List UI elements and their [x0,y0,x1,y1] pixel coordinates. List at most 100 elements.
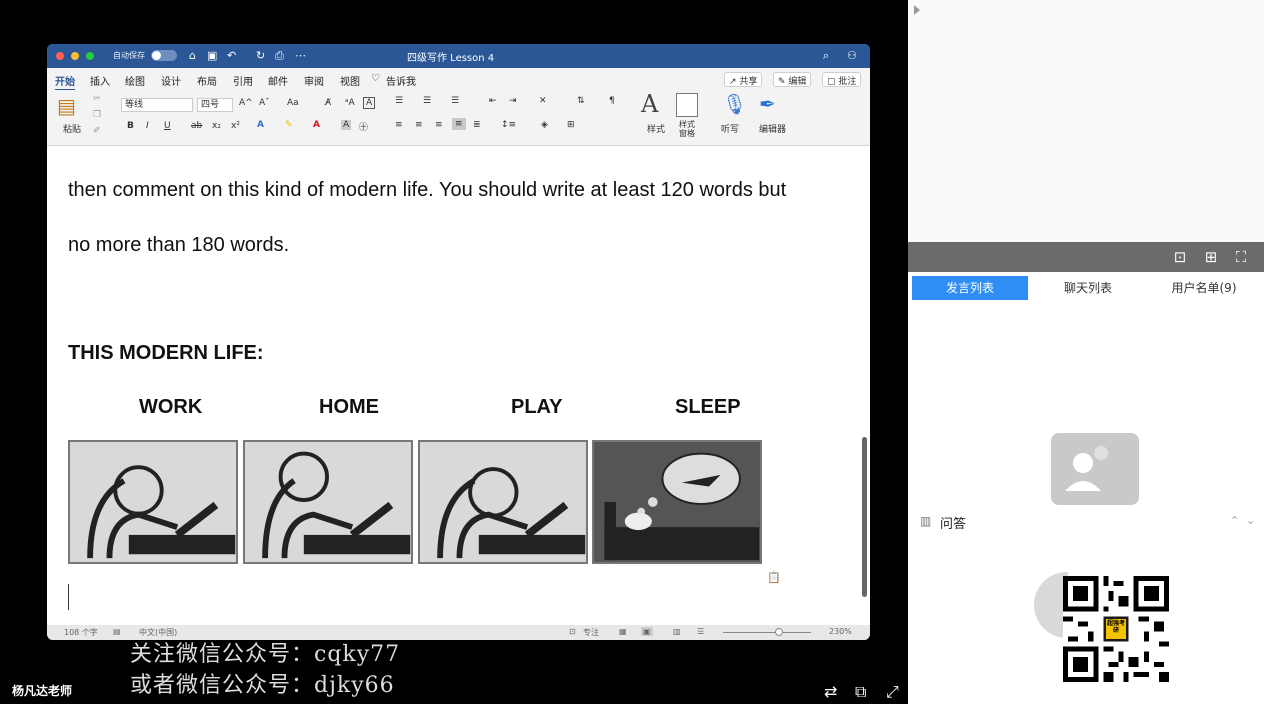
zoom-window-button[interactable] [86,52,94,60]
increase-indent-icon[interactable]: ⇥ [509,96,517,106]
tab-speaker-list[interactable]: 发言列表 [912,276,1028,300]
vertical-scrollbar[interactable] [862,437,867,597]
home-icon[interactable]: ⌂ [189,49,196,62]
styles-pane-label: 样式窗格 [679,120,695,138]
outline-icon[interactable]: ☰ [697,627,704,636]
bullets-icon[interactable]: ☰ [395,96,403,106]
switch-view-icon[interactable]: ⇄ [824,682,837,701]
autosave-toggle[interactable] [151,50,177,61]
show-marks-icon[interactable]: ¶ [609,96,615,106]
more-icon[interactable]: ⋯ [295,49,306,62]
tab-layout[interactable]: 布局 [197,73,217,88]
char-shading-icon[interactable]: A [341,120,352,130]
tab-mailings[interactable]: 邮件 [268,73,288,88]
tab-review[interactable]: 审阅 [304,73,324,88]
tab-chat-list[interactable]: 聊天列表 [1030,276,1146,300]
multilevel-list-icon[interactable]: ☰ [451,96,459,106]
collapse-down-icon[interactable]: ⌄ [1246,514,1255,527]
italic-button[interactable]: I [146,121,149,131]
screenshot-icon[interactable]: ⊡ [1171,248,1189,266]
shrink-font-icon[interactable]: Aˇ [259,98,270,108]
subscript-button[interactable]: x₂ [212,121,221,131]
expand-arrow-icon[interactable] [914,5,920,15]
save-icon[interactable]: ▣ [207,49,217,62]
undo-icon[interactable]: ↶ [227,49,236,62]
asian-layout-icon[interactable]: ✕ [539,96,547,106]
cartoon-image[interactable] [68,440,764,564]
tab-draw[interactable]: 绘图 [125,73,145,88]
read-mode-icon[interactable]: ▦ [619,627,627,636]
font-size-select[interactable]: 四号 [197,98,233,112]
focus-label[interactable]: 专注 [583,627,599,638]
focus-icon[interactable]: ⊡ [569,627,576,636]
justify-icon[interactable]: ≡ [452,118,466,130]
decrease-indent-icon[interactable]: ⇤ [489,96,497,106]
web-layout-icon[interactable]: ▥ [673,627,681,636]
tab-references[interactable]: 引用 [233,73,253,88]
char-border-icon[interactable]: A [363,97,376,109]
align-left-icon[interactable]: ≡ [395,120,403,130]
editor-icon[interactable]: ✒ [759,92,776,116]
comment-button[interactable]: ▢ 批注 [822,72,862,87]
copy-icon[interactable]: ❐ [93,110,101,120]
format-painter-icon[interactable]: ✐ [93,126,101,136]
change-case-icon[interactable]: Aa [287,98,299,108]
qr-code[interactable]: 超强考研 [1063,576,1169,682]
highlight-icon[interactable]: ✎ [285,120,293,130]
cut-icon[interactable]: ✂ [93,94,101,104]
tab-insert[interactable]: 插入 [90,73,110,88]
shading-icon[interactable]: ◈ [541,120,548,130]
tab-view[interactable]: 视图 [340,73,360,88]
restore-icon[interactable]: ⊞ [1202,248,1220,266]
numbering-icon[interactable]: ☰ [423,96,431,106]
fullscreen-icon[interactable]: ⤢ [886,682,899,702]
word-count[interactable]: 108 个字 [64,627,98,638]
zoom-slider[interactable] [723,632,811,633]
grow-font-icon[interactable]: A^ [239,98,253,108]
edit-button[interactable]: ✎ 编辑 [773,72,812,87]
avatar-icon [1065,446,1108,491]
wechat-watermark-2: 或者微信公众号：djky66 [130,673,395,698]
collapse-up-icon[interactable]: ⌃ [1230,514,1239,527]
zoom-level[interactable]: 230% [829,627,852,636]
tab-user-list[interactable]: 用户名单(9) [1146,276,1262,300]
popout-icon[interactable]: ⧉ [855,682,866,702]
proofing-icon[interactable]: ▤ [113,627,121,636]
underline-button[interactable]: U [164,121,171,131]
tab-design[interactable]: 设计 [161,73,181,88]
superscript-button[interactable]: x² [231,121,240,131]
line-spacing-icon[interactable]: ↕≡ [501,120,516,130]
paste-icon[interactable]: ▤ [57,94,76,118]
strikethrough-button[interactable]: ab [191,121,202,131]
borders-icon[interactable]: ⊞ [567,120,575,130]
align-center-icon[interactable]: ≡ [415,120,423,130]
paste-options-icon[interactable]: 📋 [767,571,781,584]
styles-icon[interactable]: A [641,90,658,118]
text-effects-icon[interactable]: A [257,120,264,130]
print-layout-icon[interactable]: ▣ [641,627,653,636]
document-body[interactable]: then comment on this kind of modern life… [47,147,870,625]
search-icon[interactable]: ⌕ [823,49,829,63]
tab-home[interactable]: 开始 [55,73,75,91]
tell-me-field[interactable]: 告诉我 [386,73,416,88]
zoom-slider-thumb[interactable] [775,628,783,636]
close-window-button[interactable] [56,52,64,60]
font-family-select[interactable]: 等线 [121,98,193,112]
phonetic-icon[interactable]: ᵃA [345,98,355,108]
distributed-icon[interactable]: ≣ [473,120,481,130]
minimize-window-button[interactable] [71,52,79,60]
sort-icon[interactable]: ⇅ [577,96,585,106]
account-icon[interactable]: ⚇ [847,49,857,62]
align-right-icon[interactable]: ≡ [435,120,443,130]
maximize-icon[interactable]: ⛶ [1232,248,1250,266]
share-button[interactable]: ↗ 共享 [724,72,763,87]
clear-format-icon[interactable]: A̸ [325,98,331,108]
dictate-icon[interactable]: 🎙 [722,92,747,116]
styles-label: 样式 [647,125,666,135]
bold-button[interactable]: B [127,121,134,131]
font-color-icon[interactable]: A [313,120,320,130]
styles-pane-icon[interactable] [676,93,698,117]
enclose-char-icon[interactable]: ㊉ [359,120,368,133]
print-icon[interactable]: ⎙ [275,49,284,63]
redo-icon[interactable]: ↻ [256,49,265,62]
